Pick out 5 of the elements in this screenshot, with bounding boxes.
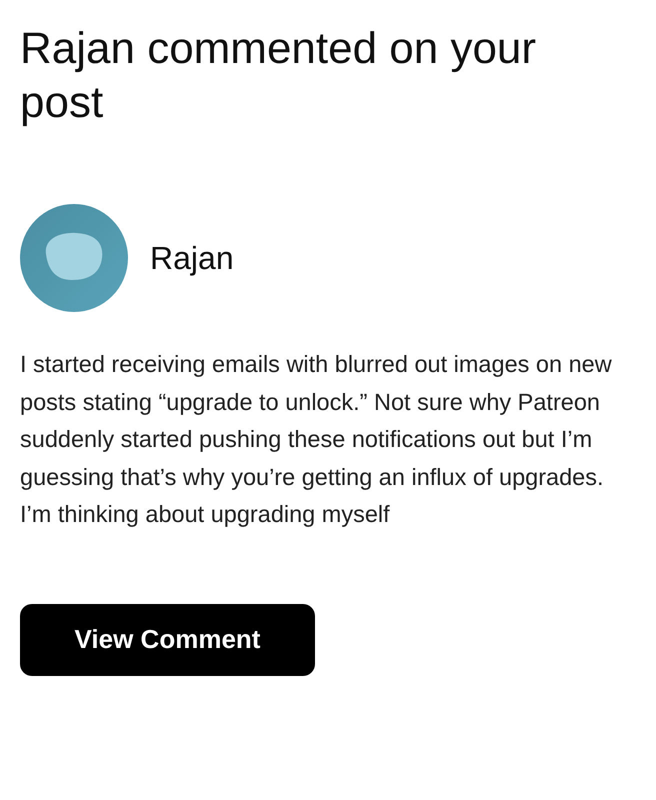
commenter-name: Rajan [150, 240, 234, 276]
notification-title: Rajan commented on your post [20, 23, 538, 129]
view-comment-button[interactable]: View Comment [20, 604, 315, 676]
comment-text: I started receiving emails with blurred out images on new posts stating “upgrade to unlock.” Not sure why Patreon suddenly started pushing these notifications out but I’m guessing that’s why you’re getting an influx of upgrades. I’m thinking about upgrading myself [20, 350, 613, 529]
avatar-icon [20, 204, 128, 312]
